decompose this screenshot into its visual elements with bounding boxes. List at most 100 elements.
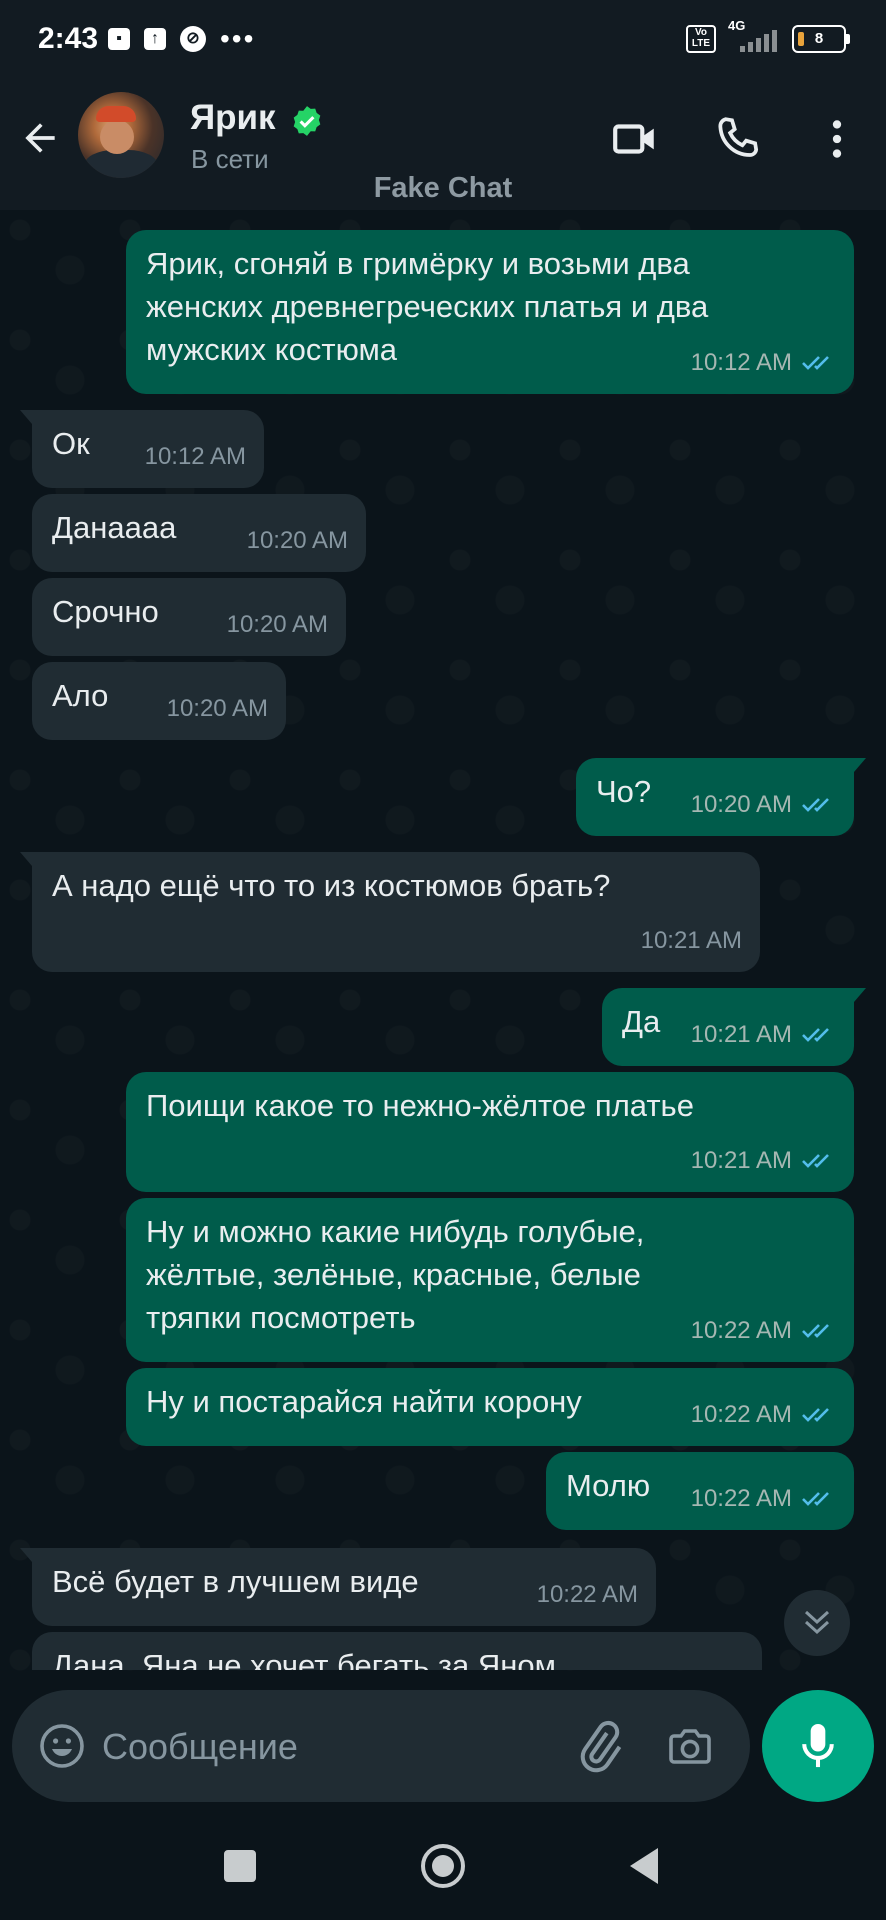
message-text: Чо? — [596, 770, 651, 813]
status-bar: 2:43 ▪ ↑ ⊘ ••• Vo LTE 4G 8 — [0, 0, 886, 80]
scroll-down-button[interactable] — [784, 1590, 850, 1656]
message-line: Дана, Яна не хочет бегать за Яном — [52, 1648, 556, 1670]
read-ticks-icon — [802, 1027, 829, 1042]
message-time: 10:20 AM — [690, 791, 792, 818]
back-triangle-icon[interactable] — [618, 1838, 674, 1894]
message-text: Ну и можно какие нибудь голубые, жёлтые, … — [146, 1210, 644, 1339]
outgoing-message[interactable]: Ярик, сгоняй в гримёрку и возьми два женс… — [126, 230, 854, 394]
message-time: 10:20 AM — [166, 695, 268, 722]
outgoing-message[interactable]: Ну и можно какие нибудь голубые, жёлтые, … — [126, 1198, 854, 1362]
battery-level: 8 — [814, 30, 824, 47]
incoming-message[interactable]: А надо ещё что то из костюмов брать? 10:2… — [20, 852, 760, 972]
message-meta: 10:20 AM — [691, 783, 836, 826]
message-line: Да — [622, 1004, 661, 1039]
status-time: 2:43 — [38, 22, 99, 55]
message-line: Всё будет в лучшем виде — [52, 1564, 419, 1599]
read-ticks-icon — [802, 355, 829, 370]
message-time: 10:21 AM — [640, 927, 742, 954]
bubble-tail — [842, 758, 866, 772]
home-circle-icon[interactable] — [415, 1838, 471, 1894]
message-text: А надо ещё что то из костюмов брать? — [52, 864, 610, 907]
chat-area[interactable]: Ярик, сгоняй в гримёрку и возьми два женс… — [0, 210, 886, 1675]
message-time: 10:20 AM — [226, 611, 328, 638]
message-time: 10:21 AM — [690, 1021, 792, 1048]
video-call-icon[interactable] — [610, 114, 660, 164]
sim-notification-icon: ▪ — [108, 28, 130, 50]
message-input[interactable] — [100, 1716, 564, 1778]
outgoing-message[interactable]: Молю 10:22 AM — [546, 1452, 854, 1530]
message-time: 10:22 AM — [536, 1581, 638, 1608]
message-text: Да — [622, 1000, 660, 1043]
watermark: Fake Chat — [373, 172, 513, 204]
message-meta: 10:21 AM — [691, 1139, 836, 1182]
message-line: Ало — [52, 678, 109, 713]
message-meta: 10:22 AM — [691, 1309, 836, 1352]
message-list: Ярик, сгоняй в гримёрку и возьми два женс… — [0, 210, 886, 1670]
system-nav-bar — [0, 1810, 886, 1920]
message-line: тряпки посмотреть — [146, 1300, 416, 1335]
message-meta: 10:22 AM — [691, 1477, 836, 1520]
message-line: А надо ещё что то из костюмов брать? — [52, 868, 611, 903]
upload-notification-icon: ↑ — [144, 28, 166, 50]
message-text: Ало — [52, 674, 108, 717]
message-meta: 10:20 AM — [167, 687, 268, 730]
message-meta: 10:21 AM — [641, 919, 742, 962]
message-line: Срочно — [52, 594, 159, 629]
message-text: Срочно — [52, 590, 159, 633]
outgoing-message[interactable]: Чо? 10:20 AM — [576, 758, 866, 836]
bubble-tail — [20, 410, 44, 424]
notification-icons: ▪ ↑ ⊘ ••• — [108, 25, 255, 53]
message-meta: 10:21 AM — [691, 1013, 836, 1056]
message-line: Ок — [52, 426, 90, 461]
voice-message-button[interactable] — [762, 1690, 874, 1802]
contact-name[interactable]: Ярик — [190, 98, 276, 138]
volte-icon: Vo LTE — [686, 25, 716, 53]
outgoing-message[interactable]: Ну и постарайся найти корону 10:22 AM — [126, 1368, 854, 1446]
attach-icon[interactable] — [572, 1720, 626, 1774]
message-meta: 10:20 AM — [247, 519, 348, 562]
emoji-icon[interactable] — [38, 1722, 86, 1770]
verified-badge-icon — [293, 106, 321, 136]
voice-call-icon[interactable] — [712, 114, 762, 164]
camera-icon[interactable] — [664, 1722, 716, 1770]
message-line: Ну и можно какие нибудь голубые, — [146, 1214, 645, 1249]
read-ticks-icon — [802, 1153, 829, 1168]
bubble-tail — [842, 988, 866, 1002]
incoming-message[interactable]: Ок 10:12 AM — [20, 410, 264, 488]
incoming-message[interactable]: Всё будет в лучшем виде 10:22 AM — [20, 1548, 656, 1626]
message-time: 10:20 AM — [246, 527, 348, 554]
contact-status: В сети — [191, 144, 269, 174]
outgoing-message[interactable]: Поищи какое то нежно-жёлтое платье 10:21 … — [126, 1072, 854, 1192]
battery-icon: 8 — [792, 25, 850, 53]
bubble-tail — [20, 852, 44, 866]
incoming-message[interactable]: Срочно 10:20 AM — [32, 578, 346, 656]
bubble-tail — [20, 1548, 44, 1562]
double-chevron-down-icon — [804, 1610, 830, 1635]
message-meta: 10:20 AM — [227, 603, 328, 646]
message-text: Всё будет в лучшем виде — [52, 1560, 419, 1603]
read-ticks-icon — [802, 1491, 829, 1506]
message-text: Молю — [566, 1464, 650, 1507]
message-line: мужских костюма — [146, 332, 398, 367]
outgoing-message[interactable]: Да 10:21 AM — [602, 988, 866, 1066]
message-composer — [12, 1690, 750, 1802]
incoming-message[interactable]: Ало 10:20 AM — [32, 662, 286, 740]
incoming-message[interactable]: Дана, Яна не хочет бегать за Яном — [32, 1632, 762, 1670]
system-icons: Vo LTE 4G 8 — [686, 18, 850, 54]
read-ticks-icon — [802, 1323, 829, 1338]
recents-square-icon[interactable] — [212, 1838, 268, 1894]
more-vert-icon[interactable] — [812, 114, 862, 164]
message-text: Ярик, сгоняй в гримёрку и возьми два женс… — [146, 242, 708, 371]
message-time: 10:12 AM — [144, 443, 246, 470]
back-arrow-icon[interactable] — [18, 116, 62, 160]
incoming-message[interactable]: Данаааа 10:20 AM — [32, 494, 366, 572]
message-line: Ну и постарайся найти корону — [146, 1384, 582, 1419]
message-meta: 10:22 AM — [691, 1393, 836, 1436]
message-text: Дана, Яна не хочет бегать за Яном — [52, 1644, 556, 1670]
message-time: 10:21 AM — [690, 1147, 792, 1174]
message-meta: 10:12 AM — [145, 435, 246, 478]
message-meta: 10:12 AM — [691, 341, 836, 384]
message-time: 10:12 AM — [690, 349, 792, 376]
mic-icon — [802, 1724, 834, 1768]
avatar[interactable] — [78, 92, 164, 178]
